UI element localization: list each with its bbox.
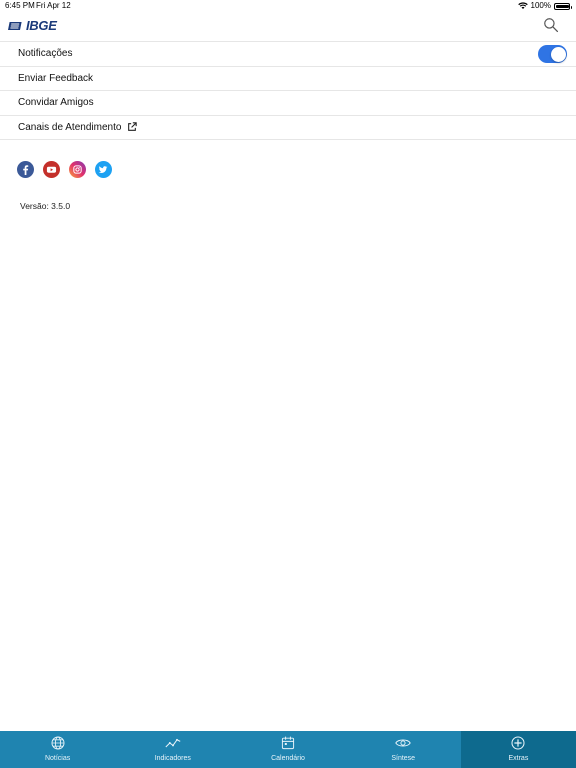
tab-calendario[interactable]: Calendário (230, 731, 345, 768)
menu-item-label: Enviar Feedback (18, 72, 94, 84)
menu-item-label: Notificações (18, 48, 73, 60)
tab-label: Síntese (391, 755, 416, 762)
globe-icon (51, 736, 65, 750)
tab-indicadores[interactable]: Indicadores (115, 731, 230, 768)
app-version: Versão: 3.5.0 (20, 201, 71, 211)
battery-percent: 100% (530, 1, 551, 10)
notifications-toggle[interactable] (538, 45, 567, 63)
tab-extras[interactable]: Extras (460, 731, 576, 768)
menu-item-label: Convidar Amigos (18, 97, 94, 109)
calendar-icon (281, 736, 295, 750)
tab-label: Extras (508, 755, 529, 762)
plus-circle-icon (511, 736, 525, 750)
eye-icon (395, 739, 411, 747)
external-link-icon (128, 122, 138, 132)
screen: 6:45 PM Fri Apr 12 100% IBGE Notificaçõe… (0, 0, 576, 768)
menu-item-canais-de-atendimento[interactable]: Canais de Atendimento (0, 116, 576, 140)
ibge-logo: IBGE (8, 18, 57, 33)
battery-icon (554, 3, 572, 10)
settings-menu: Notificações Enviar Feedback Convidar Am… (0, 42, 576, 140)
app-header: IBGE (0, 12, 576, 42)
status-indicators: 100% (517, 0, 572, 12)
trend-line-icon (165, 738, 181, 748)
wifi-icon (517, 2, 528, 9)
menu-item-convidar-amigos[interactable]: Convidar Amigos (0, 91, 576, 116)
tab-label: Indicadores (154, 755, 191, 762)
youtube-icon[interactable] (43, 161, 60, 178)
menu-item-enviar-feedback[interactable]: Enviar Feedback (0, 67, 576, 91)
tab-sintese[interactable]: Síntese (346, 731, 461, 768)
twitter-icon[interactable] (95, 161, 112, 178)
logo-text: IBGE (26, 18, 57, 33)
tab-noticias[interactable]: Notícias (0, 731, 115, 768)
status-bar: 6:45 PM Fri Apr 12 100% (0, 0, 576, 12)
menu-item-notificacoes[interactable]: Notificações (0, 42, 576, 67)
battery-fill (556, 5, 569, 8)
status-date: Fri Apr 12 (36, 1, 71, 10)
toggle-knob (550, 46, 566, 62)
social-links (17, 161, 112, 178)
facebook-icon[interactable] (17, 161, 34, 178)
status-time: 6:45 PM (5, 1, 35, 10)
menu-item-label: Canais de Atendimento (18, 121, 122, 133)
tab-bar: Notícias Indicadores Calendário Síntese (0, 731, 576, 768)
tab-label: Calendário (271, 755, 305, 762)
ibge-logo-mark-icon (8, 21, 22, 30)
search-icon[interactable] (543, 17, 559, 33)
instagram-icon[interactable] (69, 161, 86, 178)
tab-label: Notícias (44, 755, 71, 762)
